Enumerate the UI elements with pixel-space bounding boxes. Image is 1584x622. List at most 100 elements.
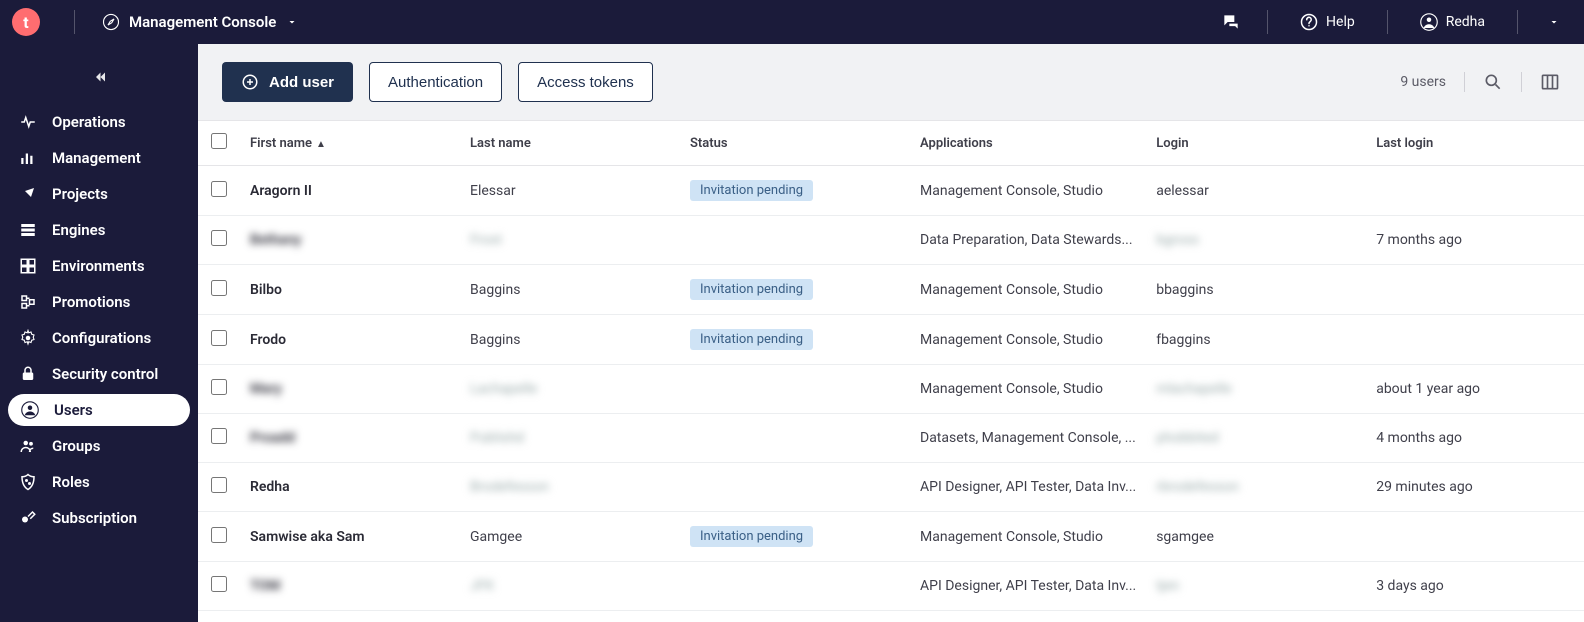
- sidebar-item-engines[interactable]: Engines: [0, 212, 198, 248]
- cell-last-name: Lachapelle: [460, 365, 680, 414]
- cell-status: [680, 216, 910, 265]
- sidebar-item-security-control[interactable]: Security control: [0, 356, 198, 392]
- cell-first-name: Bilbo: [240, 265, 460, 315]
- select-all-checkbox[interactable]: [211, 133, 227, 149]
- promotions-icon: [18, 293, 38, 311]
- sidebar-item-operations[interactable]: Operations: [0, 104, 198, 140]
- row-checkbox[interactable]: [211, 280, 227, 296]
- collapse-sidebar-button[interactable]: [0, 68, 198, 104]
- row-checkbox[interactable]: [211, 477, 227, 493]
- table-row[interactable]: BilboBagginsInvitation pendingManagement…: [198, 265, 1584, 315]
- cell-applications: Management Console, Studio: [910, 365, 1146, 414]
- cell-login: rbrodefesson: [1146, 463, 1366, 512]
- table-row[interactable]: FrodoBagginsInvitation pendingManagement…: [198, 315, 1584, 365]
- row-checkbox[interactable]: [211, 230, 227, 246]
- col-first-name[interactable]: First name▲: [240, 121, 460, 166]
- user-name: Redha: [1446, 14, 1485, 30]
- cell-first-name: Proadd: [240, 414, 460, 463]
- table-row[interactable]: Aragorn IIElessarInvitation pendingManag…: [198, 166, 1584, 216]
- cell-first-name: Bethany: [240, 216, 460, 265]
- help-link[interactable]: Help: [1286, 13, 1369, 31]
- columns-icon[interactable]: [1540, 72, 1560, 92]
- cell-login: bbaggins: [1146, 265, 1366, 315]
- cell-status: [680, 414, 910, 463]
- user-icon: [1420, 13, 1438, 31]
- cell-applications: API Designer, API Tester, Data Inv...: [910, 463, 1146, 512]
- sidebar-item-environments[interactable]: Environments: [0, 248, 198, 284]
- sidebar-item-projects[interactable]: Projects: [0, 176, 198, 212]
- cell-first-name: Samwise aka Sam: [240, 512, 460, 562]
- main-content: Add user Authentication Access tokens 9 …: [198, 44, 1584, 622]
- col-last-login[interactable]: Last login: [1366, 121, 1584, 166]
- user-menu[interactable]: Redha: [1406, 13, 1499, 31]
- cell-status: Invitation pending: [680, 166, 910, 216]
- sidebar-item-label: Projects: [52, 185, 108, 203]
- table-row[interactable]: BethanyFrostData Preparation, Data Stewa…: [198, 216, 1584, 265]
- access-tokens-button[interactable]: Access tokens: [518, 62, 653, 102]
- col-login[interactable]: Login: [1146, 121, 1366, 166]
- table-row[interactable]: RedhaBrodefessonAPI Designer, API Tester…: [198, 463, 1584, 512]
- user-count: 9 users: [1400, 74, 1446, 90]
- management-icon: [18, 149, 38, 167]
- sidebar-item-management[interactable]: Management: [0, 140, 198, 176]
- engines-icon: [18, 221, 38, 239]
- row-checkbox[interactable]: [211, 379, 227, 395]
- status-badge: Invitation pending: [690, 180, 813, 201]
- sort-asc-icon: ▲: [316, 139, 326, 150]
- col-status[interactable]: Status: [680, 121, 910, 166]
- sidebar-item-label: Groups: [52, 437, 100, 455]
- cell-last-login: 4 months ago: [1366, 414, 1584, 463]
- cell-first-name: Frodo: [240, 315, 460, 365]
- chevron-down-icon: [286, 16, 298, 28]
- row-checkbox[interactable]: [211, 330, 227, 346]
- cell-last-login: 3 days ago: [1366, 562, 1584, 611]
- col-applications[interactable]: Applications: [910, 121, 1146, 166]
- divider: [1267, 10, 1268, 34]
- row-checkbox[interactable]: [211, 181, 227, 197]
- help-icon: [1300, 13, 1318, 31]
- divider: [74, 10, 75, 34]
- cell-last-login: [1366, 265, 1584, 315]
- divider: [1521, 72, 1522, 92]
- search-icon[interactable]: [1483, 72, 1503, 92]
- cell-login: phobbited: [1146, 414, 1366, 463]
- cell-last-login: [1366, 315, 1584, 365]
- sidebar-item-subscription[interactable]: Subscription: [0, 500, 198, 536]
- configurations-icon: [18, 329, 38, 347]
- add-user-button[interactable]: Add user: [222, 62, 353, 102]
- sidebar-item-configurations[interactable]: Configurations: [0, 320, 198, 356]
- cell-status: [680, 463, 910, 512]
- cell-status: [680, 365, 910, 414]
- sidebar-item-promotions[interactable]: Promotions: [0, 284, 198, 320]
- app-selector[interactable]: Management Console: [129, 13, 298, 31]
- table-row[interactable]: TOMJFKAPI Designer, API Tester, Data Inv…: [198, 562, 1584, 611]
- sidebar-item-groups[interactable]: Groups: [0, 428, 198, 464]
- chevron-down-icon[interactable]: [1536, 16, 1572, 28]
- cell-login: mlachapelle: [1146, 365, 1366, 414]
- col-last-name[interactable]: Last name: [460, 121, 680, 166]
- sidebar-item-label: Environments: [52, 257, 145, 275]
- row-checkbox[interactable]: [211, 576, 227, 592]
- topbar: t Management Console Help Redha: [0, 0, 1584, 44]
- cell-status: Invitation pending: [680, 265, 910, 315]
- app-logo[interactable]: t: [12, 8, 40, 36]
- table-row[interactable]: Samwise aka SamGamgeeInvitation pendingM…: [198, 512, 1584, 562]
- status-badge: Invitation pending: [690, 526, 813, 547]
- cell-status: Invitation pending: [680, 315, 910, 365]
- compass-icon[interactable]: [93, 13, 129, 31]
- cell-first-name: Mary: [240, 365, 460, 414]
- sidebar-item-roles[interactable]: Roles: [0, 464, 198, 500]
- subscription-icon: [18, 509, 38, 527]
- sidebar-item-label: Management: [52, 149, 141, 167]
- cell-status: [680, 562, 910, 611]
- authentication-button[interactable]: Authentication: [369, 62, 502, 102]
- table-row[interactable]: ProaddPublishdDatasets, Management Conso…: [198, 414, 1584, 463]
- cell-last-name: Baggins: [460, 265, 680, 315]
- sidebar: Operations Management Projects Engines Envir…: [0, 44, 198, 622]
- cell-last-name: Gamgee: [460, 512, 680, 562]
- row-checkbox[interactable]: [211, 428, 227, 444]
- chat-icon[interactable]: [1213, 12, 1249, 32]
- table-row[interactable]: MaryLachapelle Management Console, Studio…: [198, 365, 1584, 414]
- sidebar-item-users[interactable]: Users: [8, 394, 190, 426]
- row-checkbox[interactable]: [211, 527, 227, 543]
